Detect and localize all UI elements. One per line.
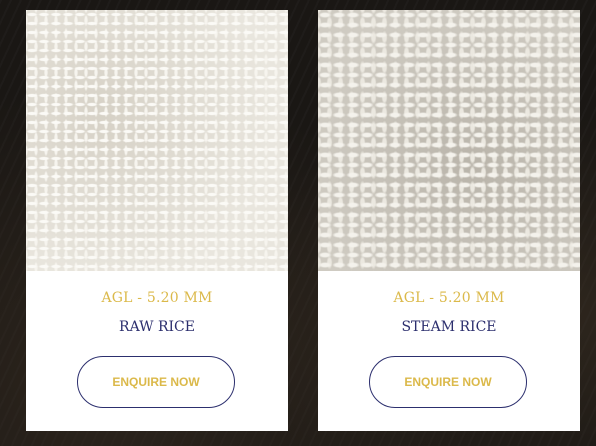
product-image-steam-rice <box>318 10 580 271</box>
product-image-raw-rice <box>26 10 288 271</box>
product-spec: AGL - 5.20 MM <box>393 290 505 306</box>
product-title: RAW RICE <box>119 319 195 335</box>
enquire-now-button[interactable]: ENQUIRE NOW <box>77 356 235 408</box>
enquire-now-button[interactable]: ENQUIRE NOW <box>369 356 527 408</box>
product-card-steam-rice: AGL - 5.20 MM STEAM RICE ENQUIRE NOW <box>318 10 580 431</box>
product-card-raw-rice: AGL - 5.20 MM RAW RICE ENQUIRE NOW <box>26 10 288 431</box>
product-spec: AGL - 5.20 MM <box>101 290 213 306</box>
product-title: STEAM RICE <box>401 319 497 335</box>
